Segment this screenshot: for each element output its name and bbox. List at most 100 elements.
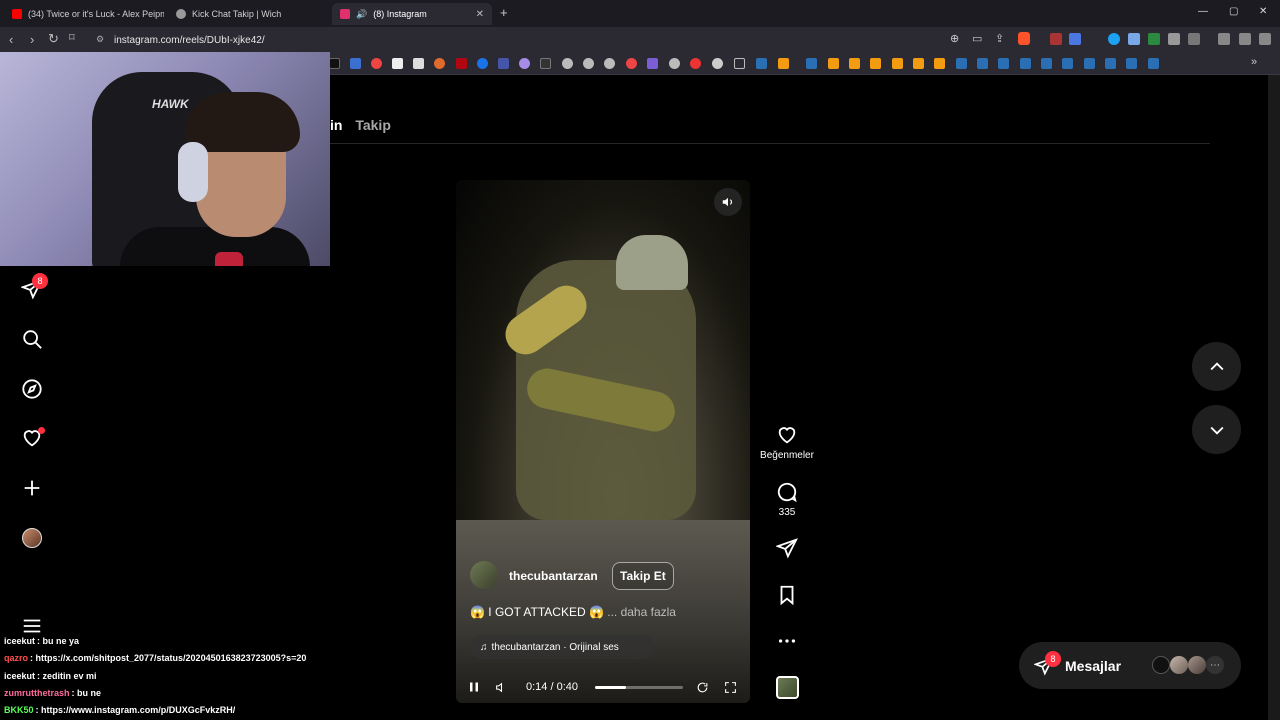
reel-video[interactable]: thecubantarzan Takip Et 😱 I GOT ATTACKED… <box>456 180 750 703</box>
create-nav[interactable] <box>20 476 44 500</box>
steam-bookmark-icon[interactable] <box>1148 58 1159 69</box>
audio-pill[interactable]: ♫ thecubantarzan · Orijinal ses <box>470 635 654 659</box>
profile-nav[interactable] <box>20 526 44 550</box>
mute-toggle-button[interactable] <box>714 188 742 216</box>
steam-bookmark-icon[interactable] <box>998 58 1009 69</box>
minimize-button[interactable]: — <box>1198 6 1208 17</box>
brave-shield-icon[interactable] <box>1018 32 1030 45</box>
speaker-icon[interactable]: 🔊 <box>356 9 367 20</box>
extension-icon[interactable] <box>1148 33 1160 45</box>
save-button[interactable] <box>756 584 818 606</box>
steam-bookmark-icon[interactable] <box>1105 58 1116 69</box>
steam-bookmark-icon[interactable] <box>1041 58 1052 69</box>
steam-bookmark-icon[interactable] <box>1062 58 1073 69</box>
follow-button[interactable]: Takip Et <box>612 562 674 590</box>
globe-bookmark-icon[interactable] <box>669 58 680 69</box>
scrollbar[interactable] <box>1268 75 1280 720</box>
extensions-puzzle-icon[interactable] <box>1168 33 1180 45</box>
steam-bookmark-icon[interactable] <box>756 58 767 69</box>
next-reel-button[interactable] <box>1192 405 1241 454</box>
volume-icon[interactable] <box>495 681 508 694</box>
site-info-icon[interactable]: ⚙ <box>96 34 104 45</box>
like-button[interactable]: Beğenmeler <box>756 424 818 461</box>
share-button[interactable] <box>756 537 818 559</box>
bookmark-icon[interactable] <box>849 58 860 69</box>
bookmark-icon[interactable] <box>892 58 903 69</box>
bookmark-icon[interactable] <box>456 58 467 69</box>
bookmark-icon[interactable] <box>350 58 361 69</box>
tab-kick-chat[interactable]: Kick Chat Takip | Wich <box>168 3 328 25</box>
steam-bookmark-icon[interactable] <box>1126 58 1137 69</box>
globe-bookmark-icon[interactable] <box>583 58 594 69</box>
url-field[interactable]: ⚙ instagram.com/reels/DUbI-xjke42/ <box>88 30 938 50</box>
globe-bookmark-icon[interactable] <box>562 58 573 69</box>
globe-bookmark-icon[interactable] <box>604 58 615 69</box>
extension-icon[interactable] <box>1050 33 1062 45</box>
bookmark-icon[interactable] <box>626 58 637 69</box>
back-icon[interactable]: ‹ <box>9 32 13 47</box>
bookmark-icon[interactable] <box>778 58 789 69</box>
close-window-button[interactable]: ✕ <box>1259 6 1267 17</box>
bookmark-icon[interactable] <box>870 58 881 69</box>
replay-icon[interactable] <box>696 681 709 694</box>
tab-active-suffix[interactable]: in <box>330 117 342 133</box>
messages-button[interactable]: 8 Mesajlar ⋯ <box>1019 642 1241 689</box>
bookmark-icon[interactable] <box>540 58 551 69</box>
bookmark-icon[interactable] <box>690 58 701 69</box>
bookmark-icon[interactable]: ⌑ <box>69 31 75 44</box>
browser-tab-bar: (34) Twice or it's Luck - Alex Peipman K… <box>0 0 1280 27</box>
bookmark-icon[interactable] <box>392 58 403 69</box>
more-bookmarks-icon[interactable]: » <box>1251 56 1257 68</box>
zoom-icon[interactable]: ⊕ <box>950 32 959 45</box>
steam-bookmark-icon[interactable] <box>1084 58 1095 69</box>
more-options-button[interactable] <box>756 630 818 652</box>
direct-messages-nav[interactable]: 8 <box>20 273 48 301</box>
folder-icon[interactable] <box>734 58 745 69</box>
share-icon[interactable]: ⇪ <box>995 32 1004 45</box>
bookmark-icon[interactable] <box>712 58 723 69</box>
explore-nav[interactable] <box>20 377 44 401</box>
bookmark-icon[interactable] <box>934 58 945 69</box>
downloads-icon[interactable] <box>1218 33 1230 45</box>
fullscreen-icon[interactable] <box>724 681 737 694</box>
tab-takip[interactable]: Takip <box>355 117 391 133</box>
pause-icon[interactable] <box>468 681 480 693</box>
audio-thumbnail[interactable] <box>776 676 799 699</box>
steam-bookmark-icon[interactable] <box>956 58 967 69</box>
caption-more-link[interactable]: ... daha fazla <box>607 605 676 619</box>
reddit-bookmark-icon[interactable] <box>371 58 382 69</box>
comment-button[interactable]: 335 <box>756 481 818 518</box>
notifications-nav[interactable] <box>20 426 45 450</box>
author-username[interactable]: thecubantarzan <box>509 569 598 583</box>
maximize-button[interactable]: ▢ <box>1229 6 1238 17</box>
bookmark-icon[interactable] <box>413 58 424 69</box>
bookmark-icon[interactable] <box>828 58 839 69</box>
steam-bookmark-icon[interactable] <box>977 58 988 69</box>
author-avatar[interactable] <box>470 561 498 589</box>
media-icon[interactable] <box>1239 33 1251 45</box>
tab-youtube[interactable]: (34) Twice or it's Luck - Alex Peipman <box>4 3 164 25</box>
extension-icon[interactable] <box>1069 33 1081 45</box>
extension-icon[interactable] <box>1108 33 1120 45</box>
new-tab-button[interactable]: + <box>500 5 508 20</box>
bookmark-icon[interactable] <box>434 58 445 69</box>
search-nav[interactable] <box>20 327 44 351</box>
sidebar-icon[interactable] <box>1188 33 1200 45</box>
steam-bookmark-icon[interactable] <box>806 58 817 69</box>
x-bookmark-icon[interactable] <box>329 58 340 69</box>
bookmark-icon[interactable] <box>498 58 509 69</box>
bookmark-icon[interactable] <box>519 58 530 69</box>
steam-bookmark-icon[interactable] <box>1020 58 1031 69</box>
tab-instagram[interactable]: 🔊 (8) Instagram ✕ <box>332 3 492 25</box>
reload-icon[interactable]: ↻ <box>48 31 59 47</box>
cast-icon[interactable]: ▭ <box>972 32 982 45</box>
extension-icon[interactable] <box>1128 33 1140 45</box>
progress-bar[interactable] <box>595 686 683 689</box>
bookmark-icon[interactable] <box>913 58 924 69</box>
previous-reel-button[interactable] <box>1192 342 1241 391</box>
close-tab-icon[interactable]: ✕ <box>476 9 484 20</box>
bookmark-icon[interactable] <box>647 58 658 69</box>
bookmark-icon[interactable] <box>477 58 488 69</box>
menu-icon[interactable] <box>1259 33 1271 45</box>
forward-icon[interactable]: › <box>30 32 34 47</box>
